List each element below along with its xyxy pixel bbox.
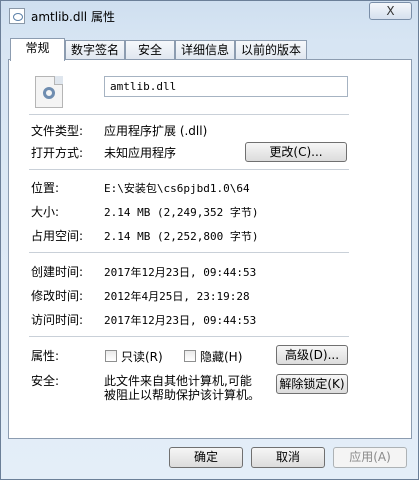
file-name-field[interactable]: amtlib.dll (104, 76, 348, 97)
cancel-button[interactable]: 取消 (251, 447, 325, 468)
hidden-label[interactable]: 隐藏(H) (200, 348, 242, 365)
open-with-value: 未知应用程序 (104, 146, 177, 160)
tab-details[interactable]: 详细信息 (175, 40, 235, 60)
created-value: 2017年12月23日, 09:44:53 (104, 266, 257, 279)
size-on-disk-label: 占用空间: (31, 229, 84, 243)
unblock-button[interactable]: 解除锁定(K) (276, 374, 348, 394)
separator (29, 169, 349, 170)
modified-label: 修改时间: (31, 289, 84, 303)
security-label: 安全: (31, 374, 60, 388)
tab-security[interactable]: 安全 (125, 40, 175, 60)
tab-strip: 常规 数字签名 安全 详细信息 以前的版本 (8, 38, 412, 61)
readonly-label[interactable]: 只读(R) (121, 348, 163, 365)
separator (29, 252, 349, 253)
tab-general[interactable]: 常规 (10, 38, 65, 61)
location-value: E:\安装包\cs6pjbd1.0\64 (104, 182, 250, 195)
window-title: amtlib.dll 属性 (31, 10, 115, 24)
accessed-value: 2017年12月23日, 09:44:53 (104, 314, 257, 327)
size-value: 2.14 MB (2,249,352 字节) (104, 206, 259, 219)
advanced-button[interactable]: 高级(D)... (276, 345, 348, 365)
close-button[interactable]: X (369, 2, 412, 20)
created-label: 创建时间: (31, 265, 84, 279)
modified-value: 2012年4月25日, 23:19:28 (104, 290, 250, 303)
location-label: 位置: (31, 181, 60, 195)
tab-previous-versions[interactable]: 以前的版本 (235, 40, 307, 60)
apply-button[interactable]: 应用(A) (333, 447, 407, 468)
security-text-line2: 被阻止以帮助保护该计算机。 (104, 388, 261, 402)
ok-button[interactable]: 确定 (169, 447, 243, 468)
change-button[interactable]: 更改(C)... (245, 142, 347, 162)
tab-digital-signatures[interactable]: 数字签名 (65, 40, 125, 60)
open-with-label: 打开方式: (31, 146, 84, 160)
file-type-value: 应用程序扩展 (.dll) (104, 124, 208, 138)
general-panel: amtlib.dll 文件类型: 应用程序扩展 (.dll) 打开方式: 未知应… (8, 59, 412, 439)
readonly-checkbox[interactable] (105, 350, 117, 362)
gear-icon (43, 87, 55, 99)
dialog-body: 常规 数字签名 安全 详细信息 以前的版本 amtlib.dll 文件类型: 应… (8, 38, 412, 439)
separator (29, 114, 349, 115)
file-icon (35, 76, 63, 108)
size-on-disk-value: 2.14 MB (2,252,800 字节) (104, 230, 259, 243)
title-bar: amtlib.dll 属性 X (1, 1, 418, 31)
dll-file-icon (9, 8, 25, 24)
file-type-label: 文件类型: (31, 124, 84, 138)
properties-window: amtlib.dll 属性 X 常规 数字签名 安全 详细信息 以前的版本 am… (0, 0, 419, 480)
size-label: 大小: (31, 205, 60, 219)
attributes-label: 属性: (31, 349, 60, 363)
accessed-label: 访问时间: (31, 313, 84, 327)
hidden-checkbox[interactable] (184, 350, 196, 362)
separator (29, 336, 349, 337)
